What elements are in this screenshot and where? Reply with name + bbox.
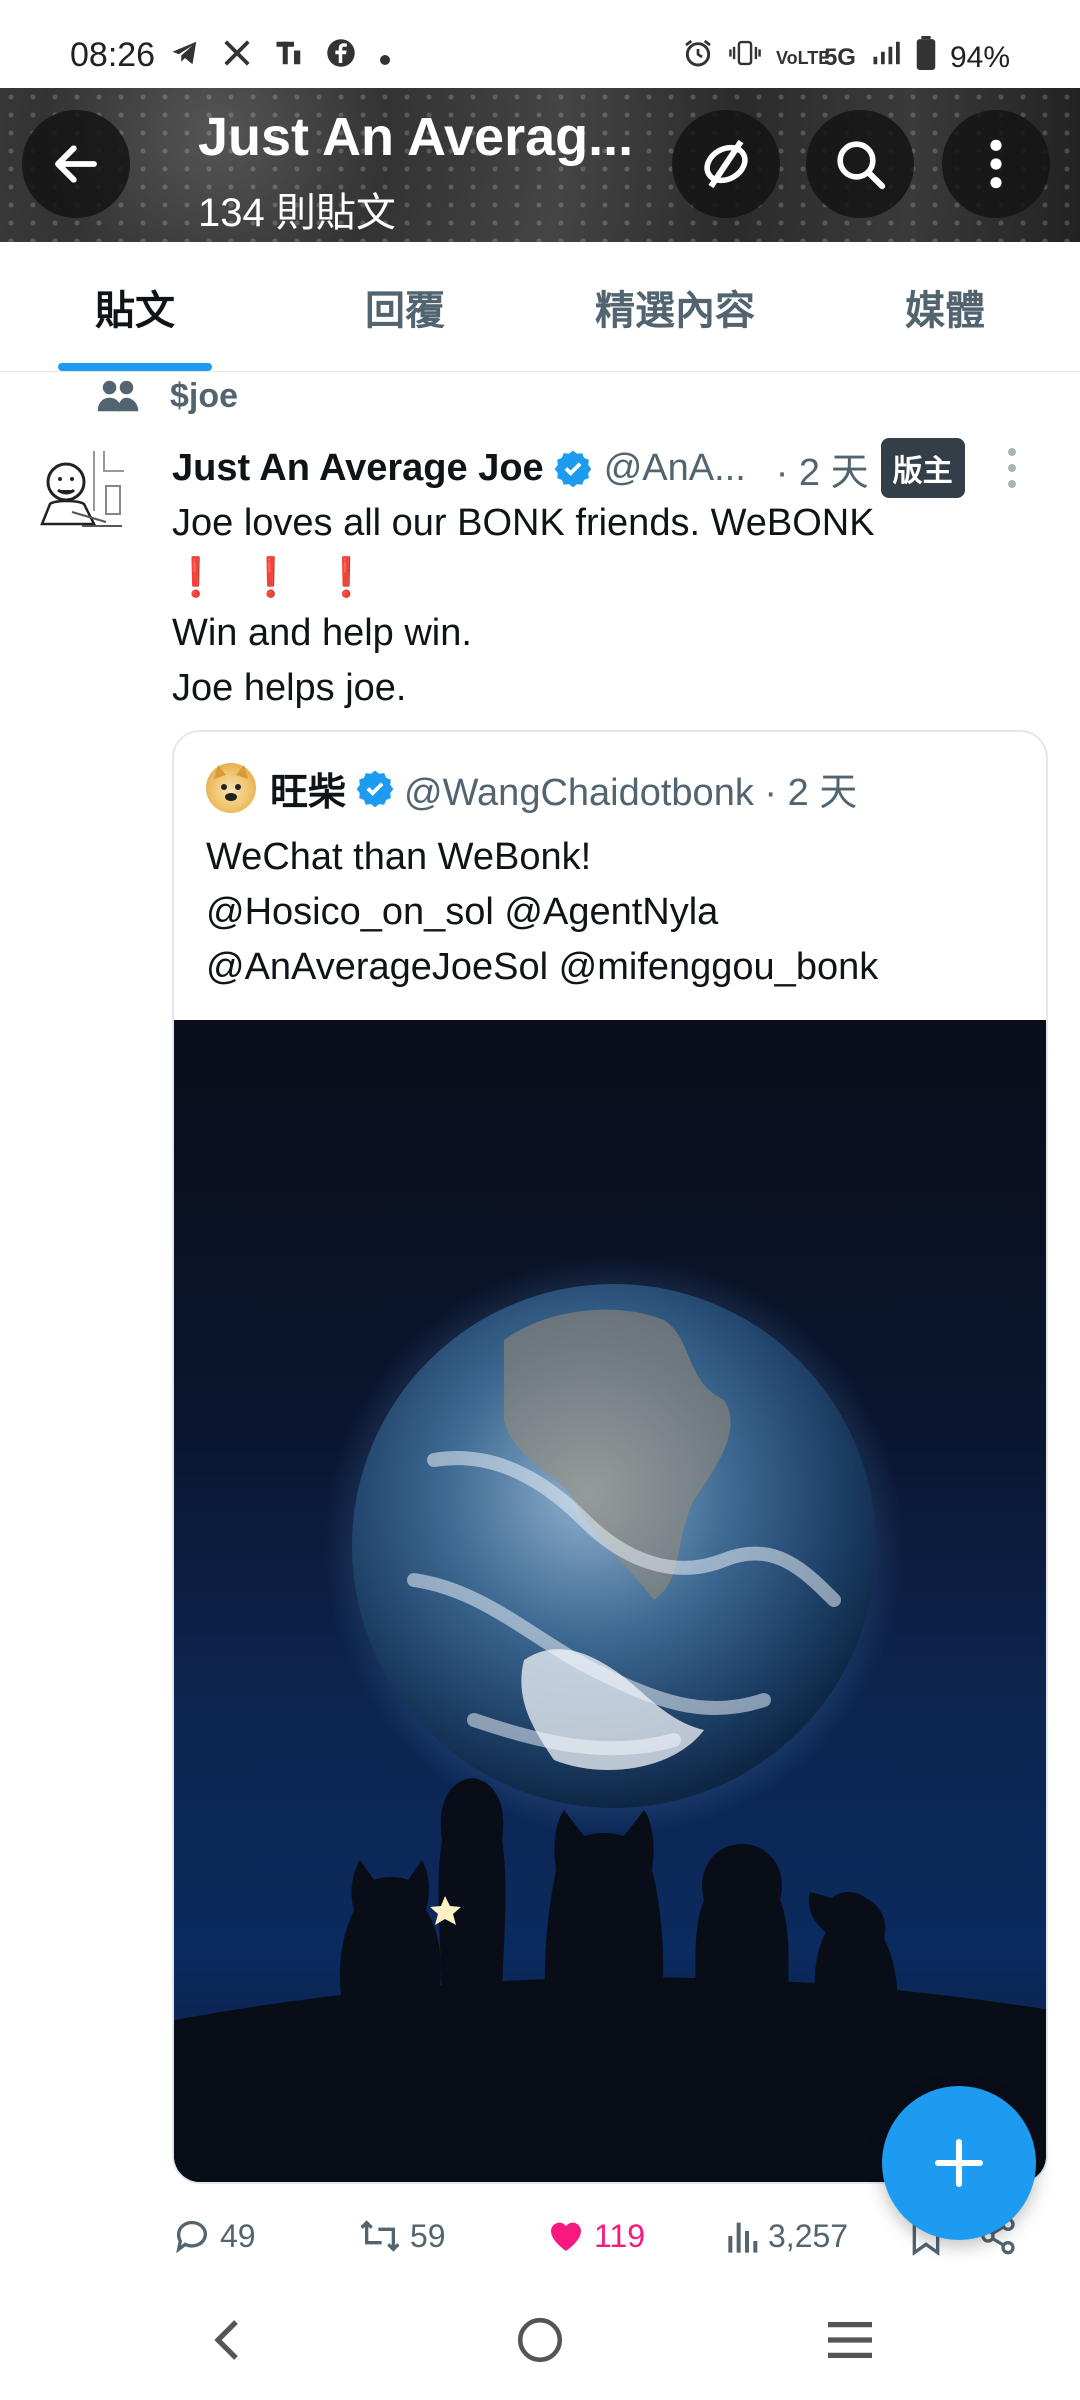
tab-replies[interactable]: 回覆 bbox=[270, 242, 540, 371]
moderator-badge: 版主 bbox=[880, 438, 965, 498]
earth-illustration bbox=[174, 1256, 1046, 2182]
retweet-count: 59 bbox=[410, 2217, 446, 2254]
exclamation-emoji: ❗❗❗ bbox=[172, 557, 398, 599]
more-vertical-icon bbox=[990, 139, 1002, 189]
notification-icons bbox=[170, 38, 392, 77]
vibrate-icon bbox=[728, 38, 762, 77]
back-button[interactable] bbox=[22, 110, 130, 218]
tab-label: 回覆 bbox=[365, 288, 445, 333]
profile-header: Just An Averag... 134 則貼文 bbox=[0, 88, 1080, 242]
community-label: $joe bbox=[170, 376, 239, 415]
like-count: 119 bbox=[594, 2217, 646, 2254]
search-icon bbox=[837, 141, 886, 190]
plus-icon bbox=[934, 2138, 984, 2188]
view-count: 3,257 bbox=[768, 2217, 849, 2254]
tab-label: 精選內容 bbox=[595, 288, 755, 333]
telegram-icon bbox=[170, 38, 200, 77]
tweet-more-button[interactable] bbox=[1002, 448, 1022, 488]
x-icon bbox=[222, 38, 252, 77]
arrow-left-icon bbox=[55, 145, 97, 183]
views-button[interactable]: 3,257 bbox=[724, 2206, 848, 2266]
reply-button[interactable]: 49 bbox=[172, 2206, 256, 2266]
tweet-line: Win and help win. bbox=[172, 612, 472, 654]
nav-home-button[interactable] bbox=[500, 2310, 580, 2370]
quoted-tweet-text: WeChat than WeBonk! @Hosico_on_sol @Agen… bbox=[206, 830, 1026, 995]
tab-label: 媒體 bbox=[905, 288, 985, 333]
status-bar: 08:26 VoLTE 5G 94% bbox=[0, 0, 1080, 88]
verified-badge-icon bbox=[554, 450, 592, 487]
post-count: 134 則貼文 bbox=[198, 191, 396, 235]
reply-icon bbox=[176, 2220, 207, 2254]
heart-icon bbox=[551, 2222, 581, 2251]
status-time: 08:26 bbox=[70, 36, 156, 74]
quoted-handle-time: @WangChaidotbonk · 2 天 bbox=[404, 771, 858, 814]
dot-icon bbox=[378, 40, 392, 76]
network-type: 5G bbox=[823, 43, 856, 71]
nav-recents-button[interactable] bbox=[810, 2310, 890, 2370]
quoted-line: @Hosico_on_sol @AgentNyla bbox=[206, 891, 719, 933]
retweet-icon bbox=[360, 2220, 400, 2252]
system-icons: VoLTE 5G 94% bbox=[682, 36, 1010, 79]
tweet-line: Joe loves all our BONK friends. WeBONK bbox=[172, 502, 875, 544]
earth-image[interactable] bbox=[174, 1020, 1046, 2182]
compose-tweet-button[interactable] bbox=[882, 2086, 1036, 2240]
menu-lines-icon bbox=[828, 2321, 872, 2359]
tweet-header: Just An Average Joe @AnA... · 2 天 版主 bbox=[172, 438, 1042, 498]
battery-level: 94% bbox=[949, 40, 1010, 74]
volte-icon: VoLTE bbox=[775, 47, 831, 68]
search-button[interactable] bbox=[806, 110, 914, 218]
link-off-icon bbox=[704, 139, 748, 189]
doge-avatar bbox=[206, 763, 256, 813]
alarm-icon bbox=[682, 37, 714, 78]
tab-media[interactable]: 媒體 bbox=[810, 242, 1080, 371]
battery-icon bbox=[916, 36, 936, 79]
facebook-icon bbox=[326, 38, 356, 77]
retweet-button[interactable]: 59 bbox=[358, 2206, 446, 2266]
quoted-line: WeChat than WeBonk! bbox=[206, 836, 592, 878]
community-tag[interactable]: $joe bbox=[96, 372, 238, 420]
quoted-line: @AnAverageJoeSol @mifenggou_bonk bbox=[206, 946, 879, 988]
profile-tabs: 貼文 回覆 精選內容 媒體 bbox=[0, 242, 1080, 372]
reply-count: 49 bbox=[220, 2217, 256, 2254]
chevron-left-icon bbox=[214, 2320, 238, 2360]
nav-back-button[interactable] bbox=[188, 2310, 268, 2370]
more-options-button[interactable] bbox=[942, 110, 1050, 218]
people-icon bbox=[97, 380, 139, 412]
avatar-image bbox=[32, 446, 142, 556]
signal-icon bbox=[870, 38, 902, 77]
bar-chart-icon bbox=[728, 2222, 758, 2253]
author-name[interactable]: Just An Average Joe bbox=[172, 447, 544, 490]
tweet-text: Joe loves all our BONK friends. WeBONK ❗… bbox=[172, 496, 1042, 716]
tab-posts[interactable]: 貼文 bbox=[0, 242, 270, 371]
tweet-line: Joe helps joe. bbox=[172, 667, 407, 709]
quoted-author-name: 旺柴 bbox=[270, 771, 347, 814]
home-circle-icon bbox=[517, 2317, 563, 2363]
profile-title: Just An Averag... bbox=[198, 107, 634, 167]
link-off-button[interactable] bbox=[672, 110, 780, 218]
t-icon bbox=[274, 38, 304, 77]
tab-highlights[interactable]: 精選內容 bbox=[540, 242, 810, 371]
quoted-tweet-header: 旺柴 @WangChaidotbonk · 2 天 bbox=[206, 762, 1026, 814]
like-button[interactable]: 119 bbox=[546, 2206, 645, 2266]
verified-badge-icon bbox=[356, 770, 394, 807]
avatar[interactable] bbox=[32, 446, 142, 556]
system-navigation-bar bbox=[0, 2280, 1080, 2400]
quoted-tweet-card[interactable]: 旺柴 @WangChaidotbonk · 2 天 WeChat than We… bbox=[172, 730, 1048, 2184]
tweet-time: · 2 天 bbox=[775, 451, 869, 494]
author-handle[interactable]: @AnA... bbox=[604, 447, 754, 490]
tab-label: 貼文 bbox=[95, 288, 175, 333]
